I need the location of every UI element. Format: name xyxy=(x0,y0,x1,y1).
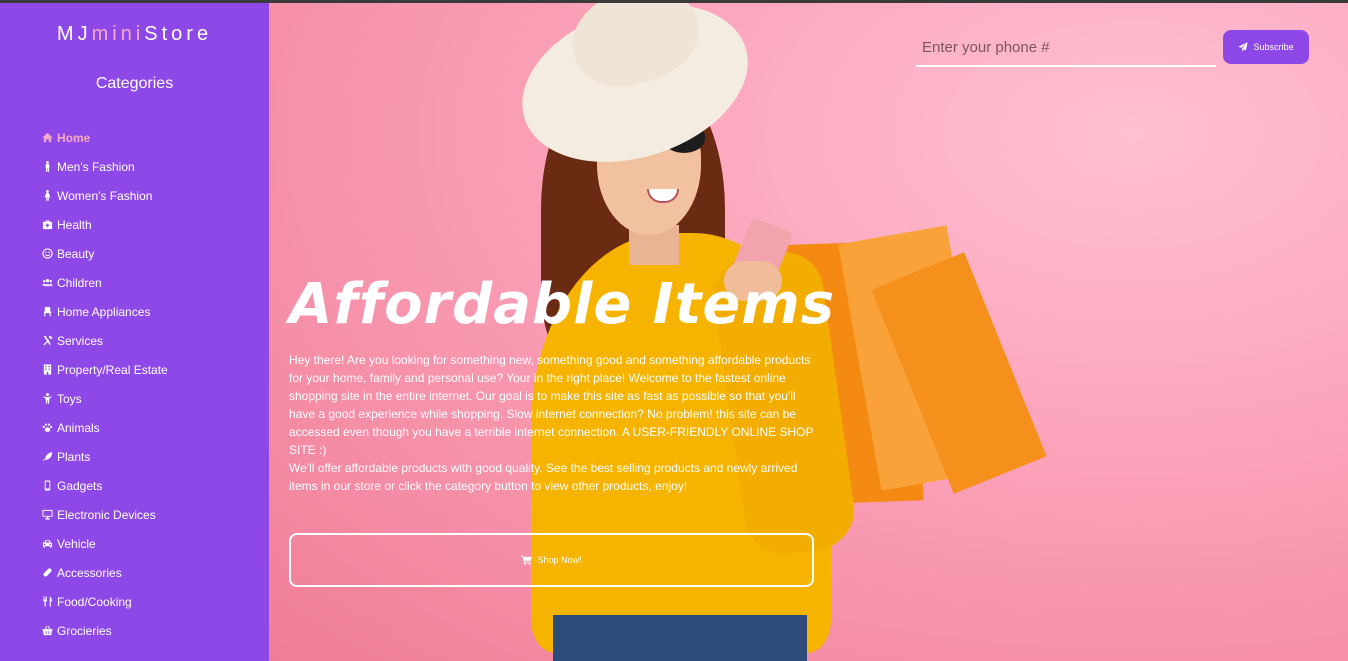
desktop-icon xyxy=(41,509,54,521)
sidebar-item-label: Electronic Devices xyxy=(57,507,156,522)
sidebar-item-toys[interactable]: Toys xyxy=(41,384,168,413)
sidebar-item-label: Men's Fashion xyxy=(57,159,135,174)
sidebar-item-label: Women's Fashion xyxy=(57,188,153,203)
sidebar-item-label: Grocieries xyxy=(57,623,112,638)
paw-icon xyxy=(41,422,54,434)
sidebar-item-label: Plants xyxy=(57,449,91,464)
sidebar-item-label: Children xyxy=(57,275,102,290)
sidebar-item-label: Toys xyxy=(57,391,82,406)
chair-icon xyxy=(41,306,54,318)
sidebar-item-label: Services xyxy=(57,333,104,348)
sidebar-item-label: Home Appliances xyxy=(57,304,151,319)
tools-icon xyxy=(41,335,54,347)
sidebar-item-plants[interactable]: Plants xyxy=(41,442,168,471)
utensils-icon xyxy=(41,596,54,608)
sidebar-item-label: Property/Real Estate xyxy=(57,362,168,377)
hero-banner: Subscribe Affordable Items Hey there! Ar… xyxy=(269,3,1348,661)
sidebar-item-health[interactable]: Health xyxy=(41,210,168,239)
sidebar-item-services[interactable]: Services xyxy=(41,326,168,355)
leaf-icon xyxy=(41,451,54,463)
sidebar-item-children[interactable]: Children xyxy=(41,268,168,297)
mobile-icon xyxy=(41,480,54,492)
home-icon xyxy=(41,132,54,144)
subscribe-button-label: Subscribe xyxy=(1253,42,1294,52)
sidebar-item-label: Vehicle xyxy=(57,536,96,551)
sidebar-item-vehicle[interactable]: Vehicle xyxy=(41,529,168,558)
sidebar-item-mens-fashion[interactable]: Men's Fashion xyxy=(41,152,168,181)
sidebar-item-accessories[interactable]: Accessories xyxy=(41,558,168,587)
paper-plane-icon xyxy=(1238,42,1249,52)
users-icon xyxy=(41,277,54,289)
shop-now-button[interactable]: Shop Now! xyxy=(289,533,814,587)
sidebar-item-property-real-estate[interactable]: Property/Real Estate xyxy=(41,355,168,384)
sidebar-item-label: Health xyxy=(57,217,92,232)
sidebar-item-label: Beauty xyxy=(57,246,95,261)
smile-icon xyxy=(41,248,54,260)
medkit-icon xyxy=(41,219,54,231)
sidebar-item-home[interactable]: Home xyxy=(41,123,168,152)
female-icon xyxy=(41,190,54,202)
shop-now-label: Shop Now! xyxy=(537,555,582,565)
categories-title: Categories xyxy=(95,75,174,92)
child-icon xyxy=(41,393,54,405)
sidebar-item-gadgets[interactable]: Gadgets xyxy=(41,471,168,500)
hero-description: Hey there! Are you looking for something… xyxy=(289,351,823,495)
sidebar-item-label: Home xyxy=(57,130,91,145)
pills-icon xyxy=(41,567,54,579)
sidebar-item-animals[interactable]: Animals xyxy=(41,413,168,442)
hero-paragraph: We'll offer affordable products with goo… xyxy=(289,461,798,493)
car-icon xyxy=(41,538,54,550)
hero-title: Affordable Items xyxy=(289,272,836,337)
sidebar-item-label: Animals xyxy=(57,420,100,435)
shopping-cart-icon xyxy=(521,555,533,565)
sidebar-item-label: Food/Cooking xyxy=(57,594,132,609)
sidebar-item-electronic-devices[interactable]: Electronic Devices xyxy=(41,500,168,529)
building-icon xyxy=(41,364,54,376)
hero-paragraph: Hey there! Are you looking for something… xyxy=(289,353,814,457)
sidebar: MJminiStore Categories Home Men's Fashio… xyxy=(0,3,269,661)
male-icon xyxy=(41,161,54,173)
sidebar-item-grocieries[interactable]: Grocieries xyxy=(41,616,168,645)
phone-number-input[interactable] xyxy=(916,29,1216,67)
sidebar-item-home-appliances[interactable]: Home Appliances xyxy=(41,297,168,326)
sidebar-item-food-cooking[interactable]: Food/Cooking xyxy=(41,587,168,616)
brand-logo[interactable]: MJminiStore xyxy=(0,23,269,46)
subscribe-button[interactable]: Subscribe xyxy=(1223,30,1309,64)
category-menu: Home Men's Fashion Women's Fashion Healt… xyxy=(41,123,168,645)
sidebar-item-label: Gadgets xyxy=(57,478,103,493)
basket-icon xyxy=(41,625,54,637)
sidebar-item-beauty[interactable]: Beauty xyxy=(41,239,168,268)
model-jeans xyxy=(553,615,807,661)
sidebar-item-label: Accessories xyxy=(57,565,122,580)
sidebar-item-womens-fashion[interactable]: Women's Fashion xyxy=(41,181,168,210)
